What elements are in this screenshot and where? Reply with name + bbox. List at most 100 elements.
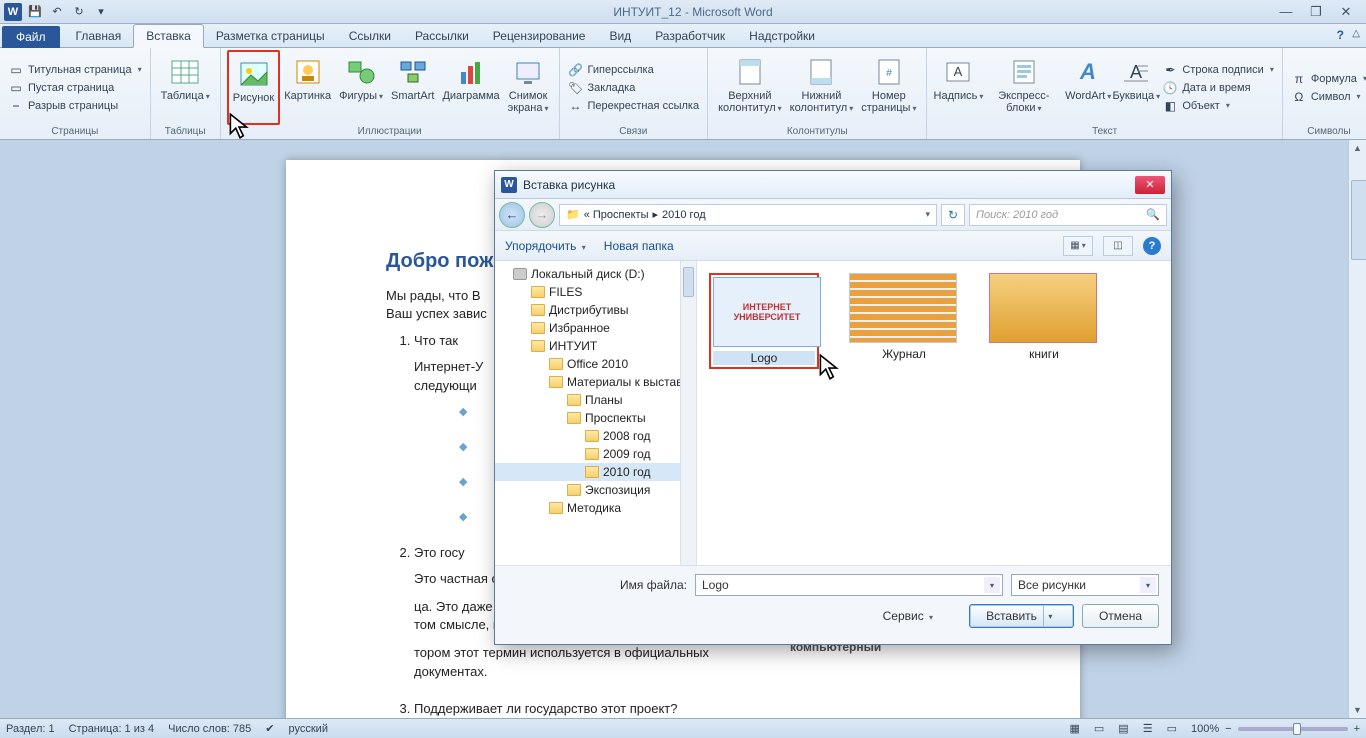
clipart-button[interactable]: Картинка	[280, 50, 335, 125]
view-outline-icon[interactable]: ☰	[1143, 722, 1153, 735]
picture-button[interactable]: Рисунок	[227, 50, 281, 125]
textbox-button[interactable]: A Надпись▾	[933, 50, 983, 125]
dropcap-button[interactable]: A Буквица▾	[1112, 50, 1160, 125]
new-folder-button[interactable]: Новая папка	[604, 239, 674, 253]
tab-home[interactable]: Главная	[64, 25, 134, 47]
file-pane[interactable]: ИНТЕРНЕТ УНИВЕРСИТЕТ Logo Журнал книги	[697, 261, 1171, 565]
tab-mailings[interactable]: Рассылки	[403, 25, 481, 47]
close-icon[interactable]: ✕	[1336, 4, 1356, 20]
tree-node-prospects[interactable]: Проспекты	[495, 409, 696, 427]
symbol-button[interactable]: ΩСимвол▾	[1291, 88, 1366, 106]
preview-pane-button[interactable]: ◫	[1103, 236, 1133, 256]
refresh-button[interactable]: ↻	[941, 204, 965, 226]
scroll-thumb[interactable]	[1351, 180, 1366, 260]
blank-page-button[interactable]: ▭Пустая страница	[8, 79, 142, 97]
tab-developer[interactable]: Разработчик	[643, 25, 737, 47]
scroll-down-icon[interactable]: ▼	[1349, 702, 1366, 718]
restore-icon[interactable]: ❐	[1306, 4, 1326, 20]
tab-view[interactable]: Вид	[597, 25, 643, 47]
help-icon[interactable]: ?	[1337, 28, 1344, 42]
tree-node-method[interactable]: Методика	[495, 499, 696, 517]
minimize-icon[interactable]: ―	[1276, 4, 1296, 20]
filename-input[interactable]: Logo▾	[695, 574, 1003, 596]
filter-combo[interactable]: Все рисунки▾	[1011, 574, 1159, 596]
tree-node-office[interactable]: Office 2010	[495, 355, 696, 373]
breadcrumb[interactable]: 📁 « Проспекты ▸ 2010 год ▾	[559, 204, 937, 226]
tree-node-fav[interactable]: Избранное	[495, 319, 696, 337]
view-fullscreen-icon[interactable]: ▭	[1094, 722, 1104, 735]
status-words[interactable]: Число слов: 785	[168, 723, 251, 735]
shapes-button[interactable]: Фигуры▾	[335, 50, 387, 125]
status-language[interactable]: русский	[289, 723, 328, 735]
file-tab[interactable]: Файл	[2, 26, 60, 48]
zoom-value[interactable]: 100%	[1191, 723, 1219, 735]
tab-insert[interactable]: Вставка	[133, 24, 204, 48]
tree-node-intuit[interactable]: ИНТУИТ	[495, 337, 696, 355]
filename-dropdown-icon[interactable]: ▾	[984, 577, 1000, 593]
tools-button[interactable]: Сервис ▾	[883, 609, 933, 623]
undo-icon[interactable]: ↶	[48, 3, 66, 21]
zoom-in-button[interactable]: +	[1354, 723, 1360, 735]
crossref-button[interactable]: ↔Перекрестная ссылка	[568, 97, 700, 115]
signature-line-button[interactable]: ✒Строка подписи▾	[1162, 61, 1273, 79]
organize-button[interactable]: Упорядочить ▾	[505, 239, 586, 253]
datetime-button[interactable]: 🕓Дата и время	[1162, 79, 1273, 97]
tree-scroll-thumb[interactable]	[683, 267, 694, 297]
tree-node-2010[interactable]: 2010 год	[495, 463, 696, 481]
save-icon[interactable]: 💾	[26, 3, 44, 21]
tab-references[interactable]: Ссылки	[337, 25, 403, 47]
dialog-close-button[interactable]: ✕	[1135, 176, 1165, 194]
page-number-button[interactable]: # Номерстраницы▾	[857, 50, 920, 125]
table-button[interactable]: Таблица▾	[157, 50, 214, 125]
zoom-slider[interactable]	[1238, 727, 1348, 731]
vertical-scrollbar[interactable]: ▲ ▼	[1348, 140, 1366, 718]
file-item-logo[interactable]: ИНТЕРНЕТ УНИВЕРСИТЕТ Logo	[709, 273, 819, 369]
status-section[interactable]: Раздел: 1	[6, 723, 55, 735]
tab-addins[interactable]: Надстройки	[737, 25, 827, 47]
tree-scrollbar[interactable]	[680, 261, 696, 565]
folder-tree[interactable]: Локальный диск (D:) FILES Дистрибутивы И…	[495, 261, 697, 565]
insert-split-dropdown-icon[interactable]: ▾	[1043, 605, 1057, 627]
file-item-books[interactable]: книги	[989, 273, 1099, 361]
object-button[interactable]: ◧Объект▾	[1162, 97, 1273, 115]
file-item-journal[interactable]: Журнал	[849, 273, 959, 361]
insert-button[interactable]: Вставить▾	[969, 604, 1074, 628]
nav-forward-button[interactable]: →	[529, 202, 555, 228]
bookmark-button[interactable]: 🏷Закладка	[568, 79, 700, 97]
smartart-button[interactable]: SmartArt	[387, 50, 438, 125]
chart-button[interactable]: Диаграмма	[438, 50, 503, 125]
dialog-help-icon[interactable]: ?	[1143, 237, 1161, 255]
header-button[interactable]: Верхнийколонтитул▾	[714, 50, 786, 125]
screenshot-button[interactable]: Снимокэкрана▾	[504, 50, 553, 125]
filter-dropdown-icon[interactable]: ▾	[1140, 577, 1156, 593]
tree-node-materials[interactable]: Материалы к выстав	[495, 373, 696, 391]
zoom-out-button[interactable]: −	[1225, 723, 1231, 735]
scroll-up-icon[interactable]: ▲	[1349, 140, 1366, 156]
zoom-thumb[interactable]	[1293, 723, 1301, 735]
view-print-layout-icon[interactable]: ▦	[1069, 722, 1079, 735]
cover-page-button[interactable]: ▭Титульная страница▾	[8, 61, 142, 79]
search-input[interactable]: Поиск: 2010 год 🔍	[969, 204, 1167, 226]
tree-node-disk[interactable]: Локальный диск (D:)	[495, 265, 696, 283]
status-proofing-icon[interactable]: ✔	[265, 722, 274, 735]
view-mode-button[interactable]: ▦ ▾	[1063, 236, 1093, 256]
footer-button[interactable]: Нижнийколонтитул▾	[786, 50, 858, 125]
tab-page-layout[interactable]: Разметка страницы	[204, 25, 337, 47]
ribbon-minimize-icon[interactable]: △	[1352, 28, 1360, 39]
tree-node-expo[interactable]: Экспозиция	[495, 481, 696, 499]
quickparts-button[interactable]: Экспресс-блоки▾	[983, 50, 1064, 125]
tree-node-files[interactable]: FILES	[495, 283, 696, 301]
cancel-button[interactable]: Отмена	[1082, 604, 1159, 628]
view-draft-icon[interactable]: ▭	[1167, 722, 1177, 735]
equation-button[interactable]: πФормула▾	[1291, 70, 1366, 88]
qat-dropdown-icon[interactable]: ▾	[92, 3, 110, 21]
tree-node-distrib[interactable]: Дистрибутивы	[495, 301, 696, 319]
tree-node-plans[interactable]: Планы	[495, 391, 696, 409]
redo-icon[interactable]: ↻	[70, 3, 88, 21]
tree-node-2009[interactable]: 2009 год	[495, 445, 696, 463]
wordart-button[interactable]: A WordArt▾	[1064, 50, 1112, 125]
status-page[interactable]: Страница: 1 из 4	[69, 723, 155, 735]
tab-review[interactable]: Рецензирование	[481, 25, 598, 47]
nav-back-button[interactable]: ←	[499, 202, 525, 228]
view-web-icon[interactable]: ▤	[1118, 722, 1128, 735]
